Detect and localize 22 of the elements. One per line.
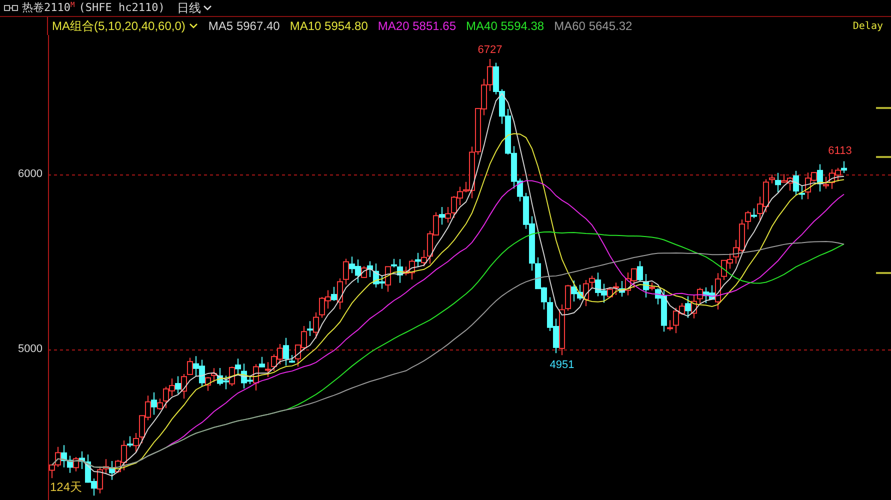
price-annotation: 4951 xyxy=(550,360,574,372)
price-annotation: 6727 xyxy=(478,44,502,56)
symbol-code: (SHFE hc2110) xyxy=(78,0,165,16)
y-axis-label: 6000 xyxy=(18,169,42,180)
moving-average-value: MA40 5594.38 xyxy=(466,18,544,35)
moving-average-value: MA60 5645.32 xyxy=(554,18,632,35)
link-icon[interactable] xyxy=(4,4,18,12)
scale-tick xyxy=(876,107,891,109)
moving-average-value: MA5 5967.40 xyxy=(208,18,280,35)
range-label: 124天 xyxy=(50,481,82,493)
symbol-name: 热卷2110$^{M}$ xyxy=(22,0,75,16)
indicator-dropdown[interactable]: MA组合(5,10,20,40,60,0) xyxy=(52,17,198,35)
chevron-down-icon xyxy=(189,23,198,29)
scale-tick xyxy=(876,272,891,274)
moving-average-value: MA20 5851.65 xyxy=(378,18,456,35)
price-annotation: 6113 xyxy=(828,146,852,158)
moving-average-value: MA10 5954.80 xyxy=(290,18,368,35)
chevron-down-icon xyxy=(202,5,212,11)
y-axis-label: 5000 xyxy=(18,344,42,355)
scale-tick xyxy=(876,156,891,158)
period-dropdown[interactable]: 日线 xyxy=(176,0,212,17)
delay-status: Delay xyxy=(852,20,883,34)
